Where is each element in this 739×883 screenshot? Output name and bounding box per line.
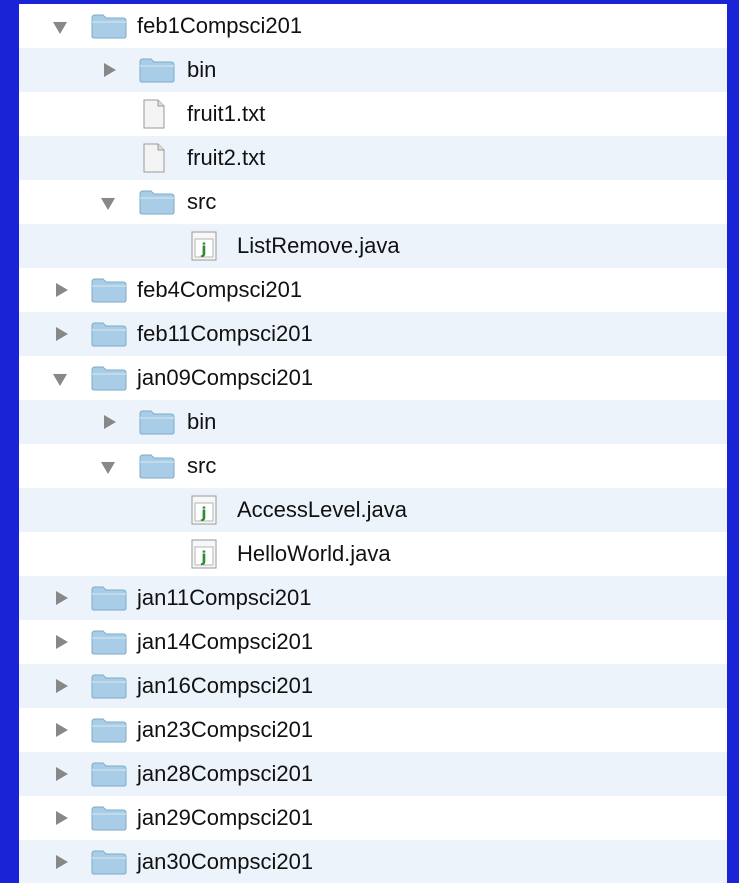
- folder-icon: [139, 400, 175, 444]
- tree-folder-row[interactable]: bin: [19, 400, 727, 444]
- tree-folder-row[interactable]: bin: [19, 48, 727, 92]
- folder-icon: [91, 576, 127, 620]
- tree-file-row[interactable]: j ListRemove.java: [19, 224, 727, 268]
- tree-item-label: ListRemove.java: [237, 233, 400, 258]
- tree-item-label: jan29Compsci201: [137, 805, 314, 830]
- tree-folder-row[interactable]: feb1Compsci201: [19, 4, 727, 48]
- disclosure-collapsed-icon[interactable]: [53, 312, 73, 356]
- tree-folder-row[interactable]: feb11Compsci201: [19, 312, 727, 356]
- tree-item-label: bin: [187, 57, 217, 82]
- tree-item-label: jan14Compsci201: [137, 629, 314, 654]
- tree-item-label: jan28Compsci201: [137, 761, 314, 786]
- disclosure-collapsed-icon[interactable]: [53, 796, 73, 840]
- tree-item-label: HelloWorld.java: [237, 541, 391, 566]
- tree-item-label: feb4Compsci201: [137, 277, 303, 302]
- tree-item-label: jan11Compsci201: [137, 585, 312, 610]
- folder-icon: [91, 708, 127, 752]
- tree-file-row[interactable]: j HelloWorld.java: [19, 532, 727, 576]
- folder-icon: [91, 620, 127, 664]
- tree-file-row[interactable]: fruit1.txt: [19, 92, 727, 136]
- disclosure-collapsed-icon[interactable]: [53, 752, 73, 796]
- folder-icon: [91, 268, 127, 312]
- tree-item-label: bin: [187, 409, 217, 434]
- disclosure-collapsed-icon[interactable]: [53, 664, 73, 708]
- disclosure-collapsed-icon[interactable]: [53, 576, 73, 620]
- disclosure-expanded-icon[interactable]: [101, 180, 121, 224]
- disclosure-collapsed-icon[interactable]: [53, 268, 73, 312]
- folder-icon: [91, 840, 127, 883]
- tree-file-row[interactable]: j AccessLevel.java: [19, 488, 727, 532]
- java-file-icon: j: [191, 224, 227, 268]
- tree-folder-row[interactable]: jan16Compsci201: [19, 664, 727, 708]
- tree-file-row[interactable]: fruit2.txt: [19, 136, 727, 180]
- tree-folder-row[interactable]: jan29Compsci201: [19, 796, 727, 840]
- tree-item-label: feb1Compsci201: [137, 13, 303, 38]
- disclosure-collapsed-icon[interactable]: [53, 840, 73, 883]
- disclosure-expanded-icon[interactable]: [53, 356, 73, 400]
- tree-folder-row[interactable]: src: [19, 180, 727, 224]
- folder-icon: [91, 796, 127, 840]
- folder-icon: [91, 752, 127, 796]
- tree-folder-row[interactable]: jan30Compsci201: [19, 840, 727, 883]
- tree-folder-row[interactable]: jan11Compsci201: [19, 576, 727, 620]
- disclosure-expanded-icon[interactable]: [101, 444, 121, 488]
- text-file-icon: [143, 136, 179, 180]
- tree-item-label: AccessLevel.java: [237, 497, 407, 522]
- folder-icon: [139, 444, 175, 488]
- disclosure-expanded-icon[interactable]: [53, 4, 73, 48]
- folder-icon: [91, 4, 127, 48]
- tree-item-label: jan30Compsci201: [137, 849, 314, 874]
- text-file-icon: [143, 92, 179, 136]
- tree-item-label: fruit2.txt: [187, 145, 266, 170]
- tree-item-label: jan09Compsci201: [137, 365, 314, 390]
- tree-item-label: src: [187, 453, 217, 478]
- svg-text:j: j: [200, 504, 206, 522]
- tree-folder-row[interactable]: jan23Compsci201: [19, 708, 727, 752]
- svg-text:j: j: [200, 548, 206, 566]
- tree-folder-row[interactable]: jan14Compsci201: [19, 620, 727, 664]
- file-tree: feb1Compsci201 bin fruit1.txt fruit2.txt src…: [19, 4, 727, 883]
- svg-text:j: j: [200, 240, 206, 258]
- java-file-icon: j: [191, 488, 227, 532]
- folder-icon: [139, 180, 175, 224]
- tree-item-label: jan23Compsci201: [137, 717, 314, 742]
- tree-item-label: feb11Compsci201: [137, 321, 313, 346]
- disclosure-collapsed-icon[interactable]: [101, 400, 121, 444]
- tree-folder-row[interactable]: jan28Compsci201: [19, 752, 727, 796]
- folder-icon: [91, 356, 127, 400]
- folder-icon: [139, 48, 175, 92]
- disclosure-collapsed-icon[interactable]: [53, 708, 73, 752]
- tree-item-label: jan16Compsci201: [137, 673, 314, 698]
- tree-folder-row[interactable]: jan09Compsci201: [19, 356, 727, 400]
- file-tree-panel: feb1Compsci201 bin fruit1.txt fruit2.txt src…: [19, 4, 727, 883]
- tree-folder-row[interactable]: src: [19, 444, 727, 488]
- tree-item-label: fruit1.txt: [187, 101, 266, 126]
- folder-icon: [91, 312, 127, 356]
- disclosure-collapsed-icon[interactable]: [53, 620, 73, 664]
- folder-icon: [91, 664, 127, 708]
- disclosure-collapsed-icon[interactable]: [101, 48, 121, 92]
- tree-item-label: src: [187, 189, 217, 214]
- java-file-icon: j: [191, 532, 227, 576]
- tree-folder-row[interactable]: feb4Compsci201: [19, 268, 727, 312]
